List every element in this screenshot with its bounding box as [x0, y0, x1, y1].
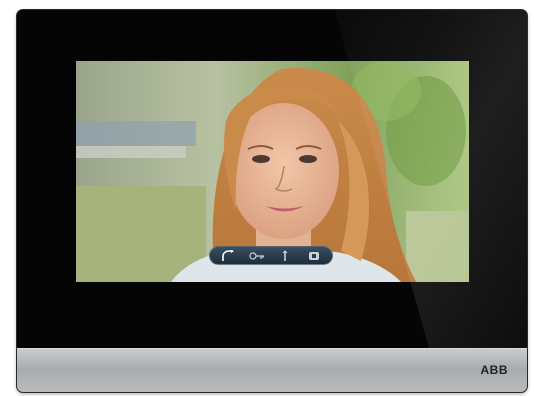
handset-icon [222, 249, 235, 261]
unlock-door-button[interactable] [247, 248, 267, 263]
light-icon [282, 249, 288, 261]
door-key-icon [249, 251, 264, 260]
intercom-panel: ABB [17, 10, 527, 392]
light-button[interactable] [275, 248, 295, 263]
brand-logo: ABB [480, 363, 508, 377]
answer-call-button[interactable] [218, 248, 238, 263]
speaker-icon [308, 251, 319, 260]
brushed-metal-strip: ABB [17, 348, 527, 392]
video-feed [76, 61, 469, 282]
call-control-bar [209, 246, 333, 265]
audio-button[interactable] [304, 248, 324, 263]
